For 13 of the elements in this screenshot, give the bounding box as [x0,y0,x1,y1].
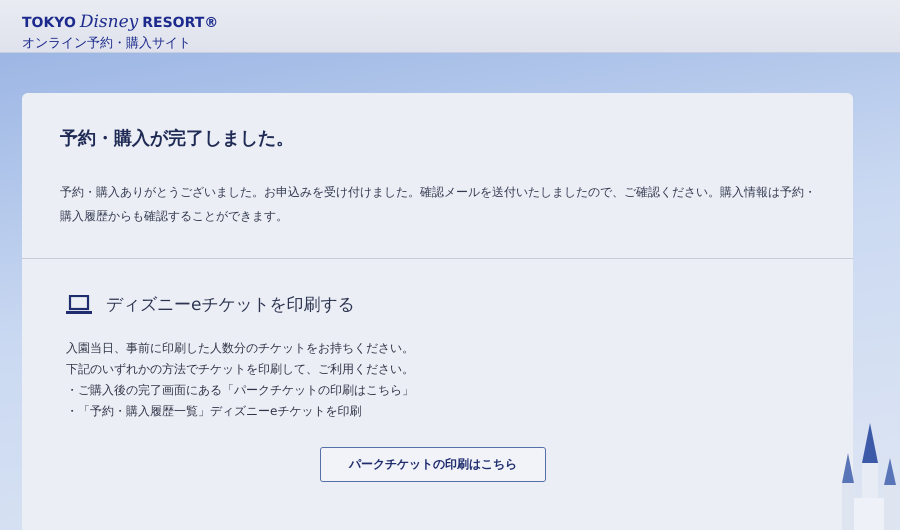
instruction-text: 下記のいずれかの方法でチケットを印刷して、ご利用ください。 [66,361,415,378]
logo-text: RESORT® [142,15,218,31]
print-ticket-button[interactable]: パークチケットの印刷はこちら [320,447,546,482]
instruction-text: ・ご購入後の完了画面にある「パークチケットの印刷はこちら」 [66,382,415,399]
instruction-text: ・「予約・購入履歴一覧」ディズニーeチケットを印刷 [66,403,362,420]
site-subtitle: オンライン予約・購入サイト [22,35,192,52]
instruction-text: 入園当日、事前に印刷した人数分のチケットをお持ちください。 [66,340,415,357]
logo-script-text: Disney [80,12,138,32]
logo-text: TOKYO [22,15,76,31]
laptop-icon [66,294,92,314]
page-title: 予約・購入が完了しました。 [59,127,295,150]
section-heading: ディズニーeチケットを印刷する [106,294,354,316]
message-text: 予約・購入ありがとうございました。お申込みを受け付けました。確認メールを送付いたしましたので、ご確認ください。購入情報は予約・購入履歴からも確認することができます。 [60,184,817,225]
